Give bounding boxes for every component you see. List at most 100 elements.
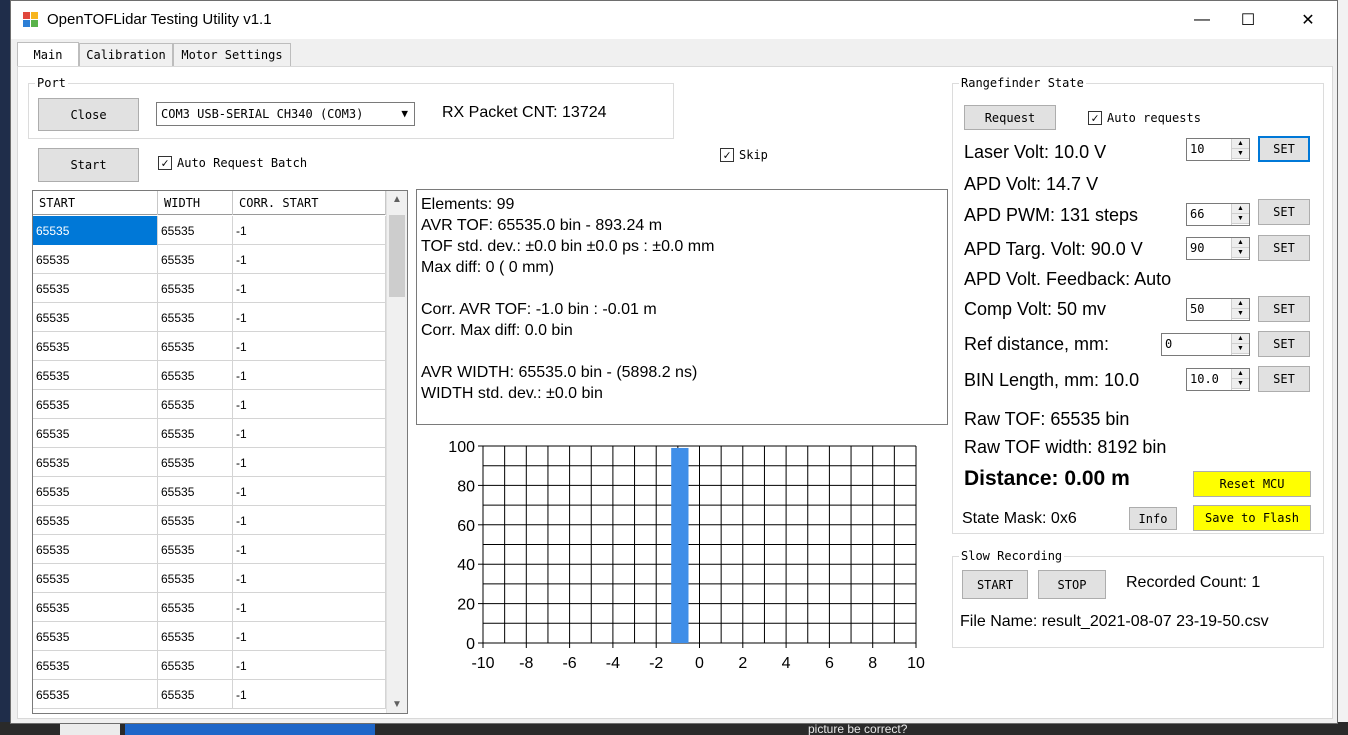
- port-select[interactable]: COM3 USB-SERIAL CH340 (COM3) ▼: [156, 102, 415, 126]
- table-row[interactable]: 65535 65535 -1: [33, 419, 386, 448]
- table-row[interactable]: 65535 65535 -1: [33, 448, 386, 477]
- spin-up-icon[interactable]: ▲: [1232, 369, 1249, 379]
- table-cell[interactable]: -1: [233, 216, 386, 245]
- table-row[interactable]: 65535 65535 -1: [33, 390, 386, 419]
- auto-request-batch-checkbox[interactable]: ✓ Auto Request Batch: [158, 156, 307, 170]
- reset-mcu-button[interactable]: Reset MCU: [1193, 471, 1311, 497]
- table-cell[interactable]: 65535: [33, 680, 158, 709]
- table-cell[interactable]: 65535: [33, 390, 158, 419]
- table-cell[interactable]: 65535: [33, 477, 158, 506]
- table-cell[interactable]: 65535: [158, 680, 233, 709]
- table-cell[interactable]: 65535: [158, 332, 233, 361]
- spin-up-icon[interactable]: ▲: [1232, 204, 1249, 214]
- table-row[interactable]: 65535 65535 -1: [33, 506, 386, 535]
- start-button[interactable]: Start: [38, 148, 139, 182]
- table-scrollbar[interactable]: ▲ ▼: [386, 191, 407, 713]
- table-cell[interactable]: 65535: [33, 506, 158, 535]
- table-cell[interactable]: 65535: [33, 332, 158, 361]
- spin-down-icon[interactable]: ▼: [1232, 248, 1249, 258]
- spin-up-icon[interactable]: ▲: [1232, 334, 1249, 344]
- spin-down-icon[interactable]: ▼: [1232, 309, 1249, 319]
- table-cell[interactable]: 65535: [158, 361, 233, 390]
- table-cell[interactable]: 65535: [33, 303, 158, 332]
- comp-volt-stepper[interactable]: 50 ▲ ▼: [1186, 298, 1250, 321]
- table-cell[interactable]: 65535: [158, 622, 233, 651]
- table-cell[interactable]: -1: [233, 593, 386, 622]
- table-cell[interactable]: 65535: [33, 622, 158, 651]
- close-port-button[interactable]: Close: [38, 98, 139, 131]
- apd-pwm-stepper[interactable]: 66 ▲ ▼: [1186, 203, 1250, 226]
- table-cell[interactable]: 65535: [158, 419, 233, 448]
- spin-down-icon[interactable]: ▼: [1232, 214, 1249, 224]
- bin-length-stepper[interactable]: 10.0 ▲ ▼: [1186, 368, 1250, 391]
- table-cell[interactable]: 65535: [158, 390, 233, 419]
- scroll-up-icon[interactable]: ▲: [387, 194, 407, 205]
- spin-up-icon[interactable]: ▲: [1232, 139, 1249, 149]
- skip-checkbox[interactable]: ✓ Skip: [720, 148, 768, 162]
- table-row[interactable]: 65535 65535 -1: [33, 274, 386, 303]
- apd-target-volt-stepper[interactable]: 90 ▲ ▼: [1186, 237, 1250, 260]
- table-cell[interactable]: -1: [233, 274, 386, 303]
- request-button[interactable]: Request: [964, 105, 1056, 130]
- laser-volt-stepper[interactable]: 10 ▲ ▼: [1186, 138, 1250, 161]
- table-cell[interactable]: 65535: [33, 651, 158, 680]
- set-ref-distance-button[interactable]: SET: [1258, 331, 1310, 357]
- table-row[interactable]: 65535 65535 -1: [33, 564, 386, 593]
- table-cell[interactable]: 65535: [33, 274, 158, 303]
- table-cell[interactable]: -1: [233, 361, 386, 390]
- table-cell[interactable]: 65535: [158, 216, 233, 245]
- column-header-start[interactable]: START: [33, 191, 158, 215]
- table-cell[interactable]: 65535: [158, 448, 233, 477]
- set-laser-volt-button[interactable]: SET: [1258, 136, 1310, 162]
- close-window-button[interactable]: ✕: [1285, 1, 1331, 39]
- table-cell[interactable]: -1: [233, 651, 386, 680]
- ref-distance-stepper[interactable]: 0 ▲ ▼: [1161, 333, 1250, 356]
- table-cell[interactable]: 65535: [158, 274, 233, 303]
- table-row[interactable]: 65535 65535 -1: [33, 216, 386, 245]
- spin-down-icon[interactable]: ▼: [1232, 344, 1249, 354]
- table-cell[interactable]: -1: [233, 245, 386, 274]
- table-cell[interactable]: 65535: [158, 477, 233, 506]
- table-cell[interactable]: 65535: [33, 419, 158, 448]
- table-cell[interactable]: -1: [233, 564, 386, 593]
- pulse-data-table[interactable]: START WIDTH CORR. START 65535 65535 -1 6553…: [32, 190, 408, 714]
- table-cell[interactable]: -1: [233, 448, 386, 477]
- auto-requests-checkbox[interactable]: ✓ Auto requests: [1088, 111, 1201, 125]
- table-cell[interactable]: 65535: [33, 535, 158, 564]
- scrollbar-thumb[interactable]: [389, 215, 405, 297]
- tab-motor-settings[interactable]: Motor Settings: [173, 43, 291, 66]
- set-apd-target-volt-button[interactable]: SET: [1258, 235, 1310, 261]
- table-cell[interactable]: 65535: [158, 535, 233, 564]
- table-cell[interactable]: -1: [233, 622, 386, 651]
- table-row[interactable]: 65535 65535 -1: [33, 593, 386, 622]
- spin-up-icon[interactable]: ▲: [1232, 238, 1249, 248]
- table-row[interactable]: 65535 65535 -1: [33, 361, 386, 390]
- table-cell[interactable]: 65535: [33, 216, 158, 245]
- table-row[interactable]: 65535 65535 -1: [33, 477, 386, 506]
- table-cell[interactable]: 65535: [33, 245, 158, 274]
- set-apd-pwm-button[interactable]: SET: [1258, 199, 1310, 225]
- table-row[interactable]: 65535 65535 -1: [33, 680, 386, 709]
- table-row[interactable]: 65535 65535 -1: [33, 651, 386, 680]
- table-cell[interactable]: 65535: [33, 593, 158, 622]
- table-cell[interactable]: -1: [233, 332, 386, 361]
- maximize-button[interactable]: ☐: [1225, 1, 1271, 39]
- table-cell[interactable]: 65535: [33, 564, 158, 593]
- table-cell[interactable]: 65535: [33, 361, 158, 390]
- table-row[interactable]: 65535 65535 -1: [33, 622, 386, 651]
- table-row[interactable]: 65535 65535 -1: [33, 535, 386, 564]
- recording-start-button[interactable]: START: [962, 570, 1028, 599]
- minimize-button[interactable]: —: [1179, 1, 1225, 39]
- column-header-corr-start[interactable]: CORR. START: [233, 191, 386, 215]
- table-cell[interactable]: -1: [233, 390, 386, 419]
- table-row[interactable]: 65535 65535 -1: [33, 332, 386, 361]
- table-cell[interactable]: -1: [233, 506, 386, 535]
- table-cell[interactable]: -1: [233, 419, 386, 448]
- set-bin-length-button[interactable]: SET: [1258, 366, 1310, 392]
- recording-stop-button[interactable]: STOP: [1038, 570, 1106, 599]
- table-cell[interactable]: 65535: [158, 651, 233, 680]
- set-comp-volt-button[interactable]: SET: [1258, 296, 1310, 322]
- table-cell[interactable]: 65535: [158, 245, 233, 274]
- table-cell[interactable]: 65535: [158, 564, 233, 593]
- spin-down-icon[interactable]: ▼: [1232, 379, 1249, 389]
